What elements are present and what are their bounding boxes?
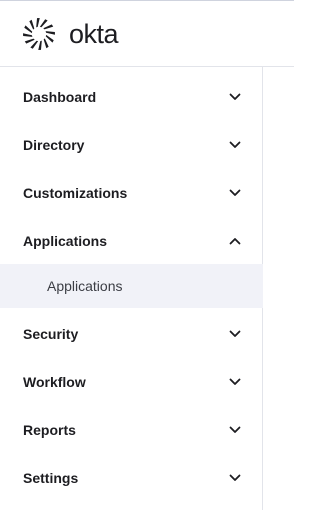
chevron-down-icon bbox=[229, 189, 241, 196]
header: okta bbox=[0, 1, 294, 67]
okta-logo-ray bbox=[24, 25, 33, 34]
sidebar-item-label: Security bbox=[23, 326, 79, 342]
sidebar-subitem-applications[interactable]: Applications bbox=[0, 264, 263, 308]
sidebar-nav: Dashboard Directory Customizations Appli… bbox=[0, 67, 263, 510]
chevron-down-icon bbox=[229, 330, 241, 337]
okta-logo-ray bbox=[43, 38, 49, 49]
logo-text: okta bbox=[69, 19, 119, 49]
sidebar-item-label: Customizations bbox=[23, 185, 128, 201]
okta-logo-ray bbox=[38, 40, 42, 50]
okta-logo[interactable]: okta bbox=[22, 16, 119, 52]
sidebar-item-label: Dashboard bbox=[23, 89, 97, 105]
chevron-up-icon bbox=[229, 238, 241, 245]
sidebar-item-applications[interactable]: Applications bbox=[0, 221, 263, 261]
okta-logo-ray bbox=[45, 31, 55, 35]
app-frame: okta Dashboard Directory Customizations … bbox=[0, 0, 294, 510]
okta-logo-ray bbox=[43, 24, 54, 30]
sidebar-item-directory[interactable]: Directory bbox=[0, 125, 263, 165]
chevron-down-icon bbox=[229, 474, 241, 481]
okta-sunburst-icon bbox=[23, 18, 55, 50]
okta-logo-ray bbox=[39, 19, 48, 28]
okta-logo-ray bbox=[36, 18, 40, 28]
sidebar-item-label: Applications bbox=[23, 233, 108, 249]
sidebar-item-security[interactable]: Security bbox=[0, 314, 263, 354]
sidebar-item-reports[interactable]: Reports bbox=[0, 410, 263, 450]
chevron-down-icon bbox=[229, 93, 241, 100]
sidebar-item-workflow[interactable]: Workflow bbox=[0, 362, 263, 402]
okta-logo-ray bbox=[24, 38, 35, 44]
sidebar-item-label: Directory bbox=[23, 137, 85, 153]
sidebar-item-label: Settings bbox=[23, 470, 79, 486]
sidebar-item-settings[interactable]: Settings bbox=[0, 458, 263, 498]
sidebar-item-dashboard[interactable]: Dashboard bbox=[0, 77, 263, 117]
chevron-down-icon bbox=[229, 426, 241, 433]
sidebar-subitem-label: Applications bbox=[47, 278, 123, 294]
chevron-down-icon bbox=[229, 141, 241, 148]
okta-logo-ray bbox=[23, 33, 33, 37]
sidebar-item-label: Reports bbox=[23, 422, 76, 438]
main-content bbox=[264, 67, 294, 510]
chevron-down-icon bbox=[229, 378, 241, 385]
sidebar-item-label: Workflow bbox=[23, 374, 86, 390]
okta-logo-ray bbox=[29, 19, 35, 30]
sidebar-item-customizations[interactable]: Customizations bbox=[0, 173, 263, 213]
okta-logo-ray bbox=[45, 34, 54, 43]
okta-logo-ray bbox=[30, 40, 39, 49]
